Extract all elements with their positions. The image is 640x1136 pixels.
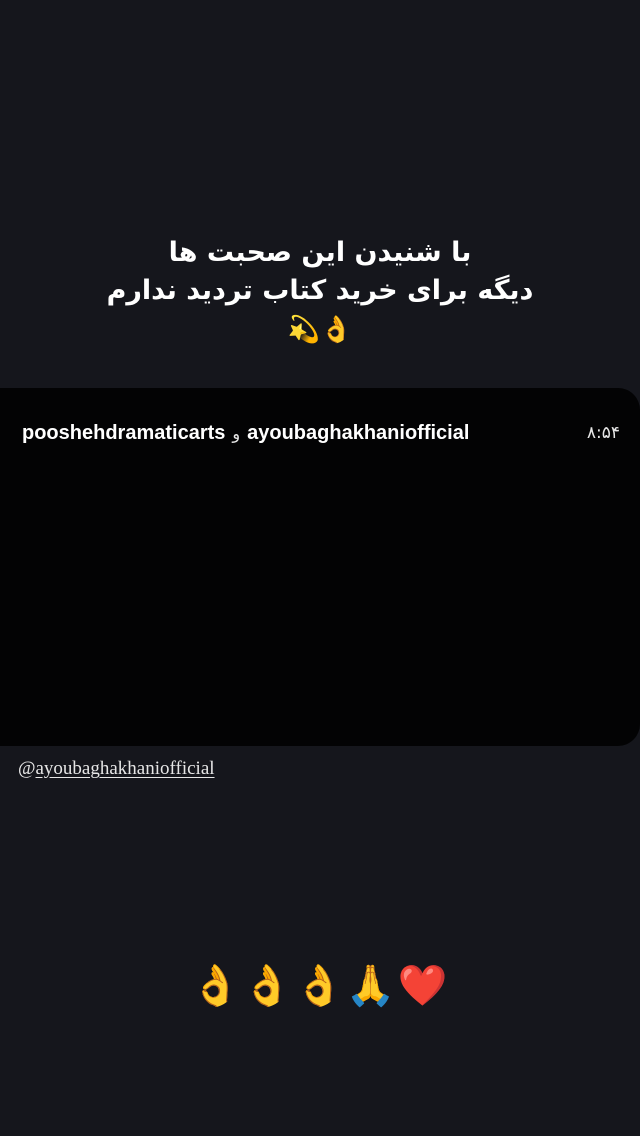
shared-video-card[interactable]: pooshehdramaticarts و ayoubaghakhanioffici… (0, 388, 640, 746)
mention-handle[interactable]: ayoubaghakhaniofficial (36, 758, 215, 779)
video-duration: ۸:۵۴ (586, 423, 620, 443)
account-conjunction: و (232, 423, 241, 443)
video-card-header: pooshehdramaticarts و ayoubaghakhanioffici… (22, 418, 620, 448)
story-screen: با شنیدن این صحبت ها دیگه برای خرید کتاب… (0, 0, 640, 1136)
caption-emoji: 👌💫 (287, 315, 353, 345)
caption-line-1: با شنیدن این صحبت ها (168, 237, 472, 268)
caption-line-2: دیگه برای خرید کتاب تردید ندارم (106, 275, 534, 306)
reaction-emoji-row: 👌👌👌🙏❤️ (190, 963, 450, 1009)
mention-sticker[interactable]: @ayoubaghakhaniofficial (18, 758, 215, 780)
account-name-1[interactable]: pooshehdramaticarts (22, 422, 225, 444)
video-card-accounts[interactable]: pooshehdramaticarts و ayoubaghakhanioffici… (22, 422, 469, 445)
mention-at-sign: @ (18, 758, 36, 779)
account-name-2[interactable]: ayoubaghakhaniofficial (247, 422, 469, 444)
story-caption: با شنیدن این صحبت ها دیگه برای خرید کتاب… (0, 234, 640, 348)
